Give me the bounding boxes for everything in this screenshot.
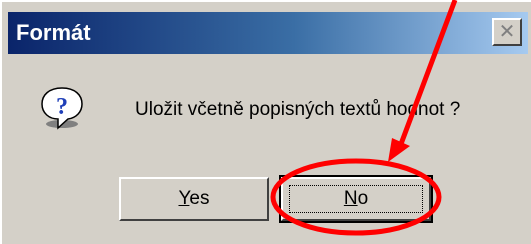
- no-button[interactable]: No: [279, 175, 433, 223]
- format-dialog: Formát ✕ ? Uložit včetně popisných textů…: [0, 0, 531, 244]
- focus-rectangle: [289, 185, 423, 213]
- yes-button[interactable]: Yes: [119, 177, 269, 221]
- title-bar[interactable]: Formát ✕: [8, 12, 528, 54]
- close-button[interactable]: ✕: [492, 18, 522, 46]
- dialog-message: Uložit včetně popisných textů hodnot ?: [135, 99, 461, 120]
- yes-button-label: Yes: [178, 188, 210, 209]
- dialog-title: Formát: [16, 20, 91, 45]
- question-icon: ?: [41, 87, 83, 130]
- close-icon: ✕: [498, 21, 516, 43]
- svg-text:?: ?: [56, 94, 68, 120]
